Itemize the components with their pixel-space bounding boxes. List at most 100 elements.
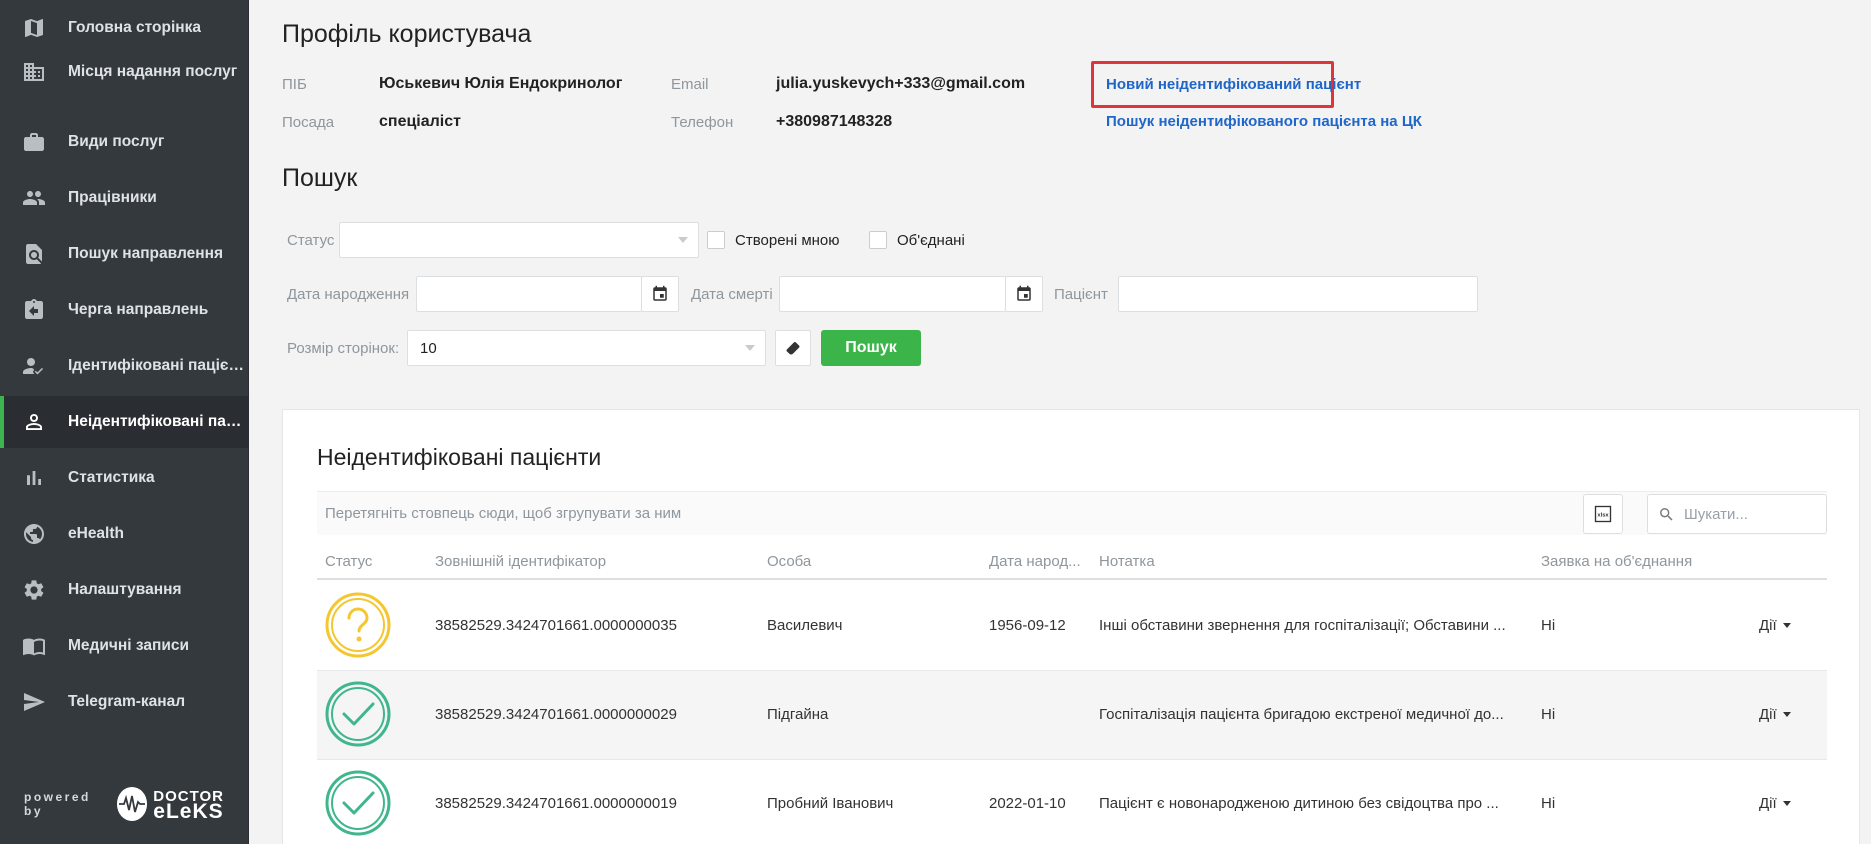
clipboard-queue-icon	[22, 298, 46, 322]
powered-by-footer: powered by DOCTOR eLeKS	[24, 786, 224, 822]
powered-by-text: powered by	[24, 790, 91, 818]
patient-label: Пацієнт	[1054, 286, 1108, 303]
phone-value: +380987148328	[776, 113, 893, 130]
pib-label: ПІБ	[282, 76, 307, 93]
patient-input[interactable]	[1118, 276, 1478, 312]
calendar-icon	[653, 285, 667, 301]
created-by-me-checkbox[interactable]	[707, 231, 725, 249]
row-actions-dropdown[interactable]: Дії	[1759, 706, 1791, 723]
death-date-input[interactable]	[779, 276, 1006, 312]
bar-chart-icon	[22, 466, 46, 490]
email-value: julia.yuskevych+333@gmail.com	[776, 75, 1026, 92]
column-header-person[interactable]: Особа	[767, 553, 811, 570]
birth-date-calendar-button[interactable]	[641, 276, 679, 312]
birth-date-input[interactable]	[416, 276, 642, 312]
search-icon	[1660, 508, 1673, 521]
table-row[interactable]: 38582529.3424701661.0000000019 Пробний І…	[317, 760, 1827, 844]
building-icon	[22, 60, 46, 84]
sidebar-item-label: Ідентифіковані пацієнти	[68, 357, 244, 374]
page-size-label: Розмір сторінок:	[287, 340, 400, 357]
user-check-icon	[22, 354, 46, 378]
merged-label: Об'єднані	[897, 232, 965, 249]
table-header: Статус Зовнішній ідентифікатор Особа Дат…	[317, 544, 1827, 580]
grid-search-box[interactable]	[1647, 494, 1827, 534]
check-status-icon	[325, 681, 391, 747]
column-header-birth-date[interactable]: Дата народ...	[989, 553, 1081, 570]
sidebar-item-referral-queue[interactable]: Черга направлень	[0, 284, 249, 336]
sidebar-item-ehealth[interactable]: eHealth	[0, 508, 249, 560]
calendar-icon	[1017, 285, 1031, 301]
sidebar-item-service-places[interactable]: Місця надання послуг	[0, 46, 249, 98]
sidebar-item-label: Черга направлень	[68, 301, 209, 318]
merge-request-cell: Ні	[1541, 795, 1556, 812]
profile-title: Профіль користувача	[282, 20, 532, 48]
status-select[interactable]	[339, 222, 699, 258]
sidebar-item-telegram[interactable]: Telegram-канал	[0, 676, 249, 728]
sidebar: Головна сторінка Місця надання послуг Ви…	[0, 0, 249, 844]
sidebar-item-service-types[interactable]: Види послуг	[0, 116, 249, 168]
sidebar-item-medical-records[interactable]: Медичні записи	[0, 620, 249, 672]
column-header-status[interactable]: Статус	[325, 553, 372, 570]
note-cell: Пацієнт є новонародженою дитиною без сві…	[1099, 795, 1499, 812]
birth-date-label: Дата народження	[287, 286, 410, 303]
group-hint-text: Перетягніть стовпець сюди, щоб згрупуват…	[325, 505, 682, 522]
external-id-cell: 38582529.3424701661.0000000035	[435, 617, 677, 634]
caret-down-icon	[1782, 801, 1791, 806]
birth-date-cell: 1956-09-12	[989, 617, 1066, 634]
sidebar-item-statistics[interactable]: Статистика	[0, 452, 249, 504]
row-actions-dropdown[interactable]: Дії	[1759, 617, 1791, 634]
brand-name: DOCTOR eLeKS	[153, 789, 224, 823]
search-title: Пошук	[282, 164, 358, 192]
table-row[interactable]: 38582529.3424701661.0000000035 Василевич…	[317, 582, 1827, 671]
sidebar-item-label: Статистика	[68, 469, 155, 486]
question-status-icon	[325, 592, 391, 658]
sidebar-item-label: Пошук направлення	[68, 245, 223, 262]
briefcase-icon	[22, 130, 46, 154]
chevron-down-icon	[745, 345, 755, 351]
death-date-calendar-button[interactable]	[1005, 276, 1043, 312]
status-label: Статус	[287, 232, 335, 249]
user-icon	[22, 410, 46, 434]
page-size-select[interactable]: 10	[407, 330, 766, 366]
column-header-note[interactable]: Нотатка	[1099, 553, 1155, 570]
merged-checkbox[interactable]	[869, 231, 887, 249]
note-cell: Інші обставини звернення для госпіталіза…	[1099, 617, 1506, 634]
clear-filters-button[interactable]	[775, 330, 811, 366]
sidebar-item-label: Налаштування	[68, 581, 182, 598]
person-cell: Пробний Іванович	[767, 795, 894, 812]
merge-request-cell: Ні	[1541, 617, 1556, 634]
merge-request-cell: Ні	[1541, 706, 1556, 723]
created-by-me-label: Створені мною	[735, 232, 840, 249]
search-unidentified-patient-link[interactable]: Пошук неідентифікованого пацієнта на ЦК	[1106, 113, 1422, 130]
doctor-eleks-logo-icon	[116, 787, 148, 821]
sidebar-item-label: Головна сторінка	[68, 19, 202, 36]
email-label: Email	[671, 76, 709, 93]
globe-icon	[22, 522, 46, 546]
column-header-merge-request[interactable]: Заявка на об'єднання	[1541, 553, 1692, 570]
search-button[interactable]: Пошук	[821, 330, 921, 366]
sidebar-item-employees[interactable]: Працівники	[0, 172, 249, 224]
eraser-icon	[786, 341, 800, 355]
column-header-external-id[interactable]: Зовнішній ідентифікатор	[435, 553, 606, 570]
table-row[interactable]: 38582529.3424701661.0000000029 Підгайна …	[317, 671, 1827, 760]
sidebar-item-label: Види послуг	[68, 133, 165, 150]
pib-value: Юськевич Юлія Ендокринолог	[379, 75, 623, 92]
gear-icon	[22, 578, 46, 602]
caret-down-icon	[1782, 623, 1791, 628]
export-xlsx-button[interactable]: xlsx	[1583, 494, 1623, 534]
sidebar-item-unidentified-patients[interactable]: Неідентифіковані пацієнти	[0, 396, 249, 448]
sidebar-item-referral-search[interactable]: Пошук направлення	[0, 228, 249, 280]
new-unidentified-patient-link[interactable]: Новий неідентифікований пацієнт	[1106, 76, 1361, 93]
sidebar-item-identified-patients[interactable]: Ідентифіковані пацієнти	[0, 340, 249, 392]
page-size-value: 10	[420, 339, 437, 357]
send-icon	[22, 690, 46, 714]
sidebar-item-label: Медичні записи	[68, 637, 190, 654]
row-actions-dropdown[interactable]: Дії	[1759, 795, 1791, 812]
unidentified-patients-card: Неідентифіковані пацієнти Перетягніть ст…	[282, 409, 1860, 844]
grid-search-input[interactable]	[1684, 503, 1819, 525]
xlsx-icon: xlsx	[1594, 505, 1612, 523]
sidebar-item-label: Працівники	[68, 189, 157, 206]
sidebar-item-settings[interactable]: Налаштування	[0, 564, 249, 616]
brand-bottom: eLeKS	[153, 800, 224, 823]
actions-label: Дії	[1759, 706, 1777, 723]
